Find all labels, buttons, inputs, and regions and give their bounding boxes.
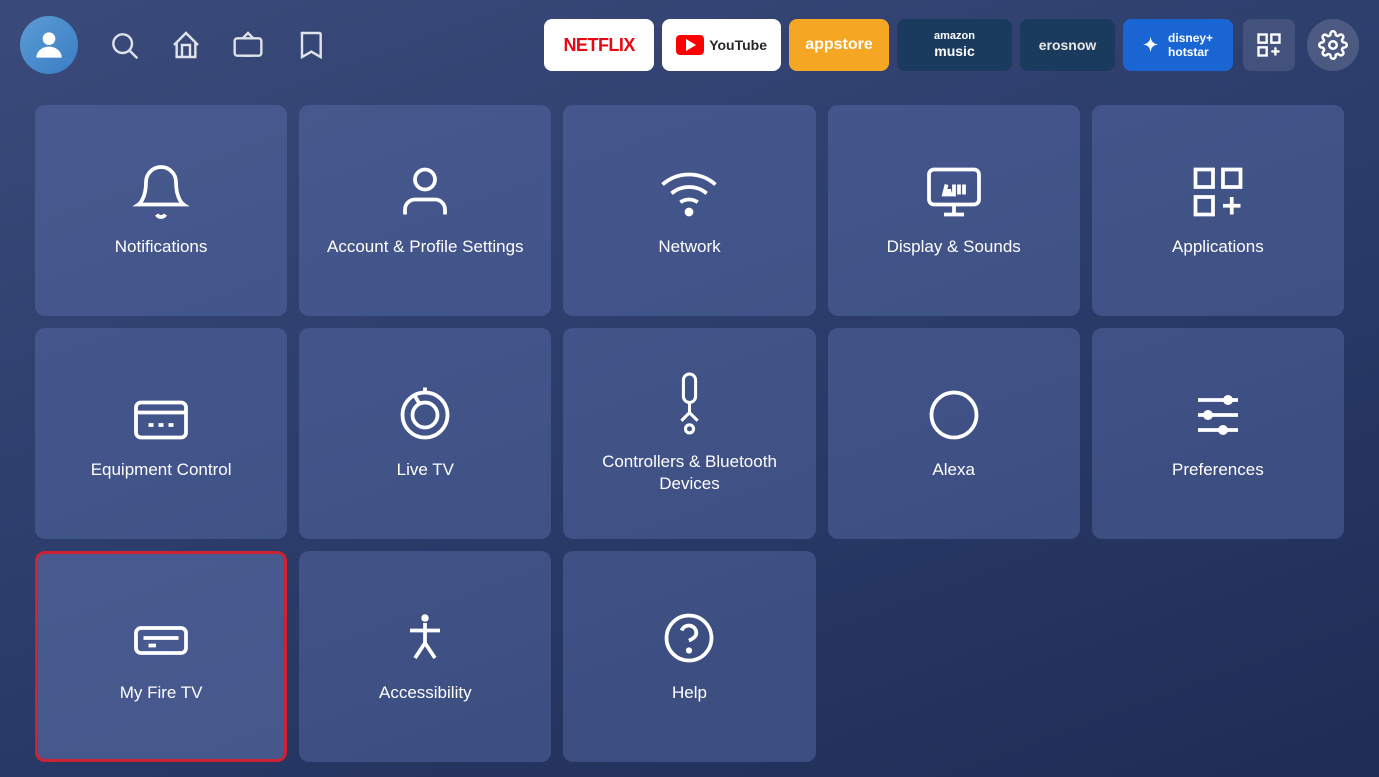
live-tv-label: Live TV <box>397 459 454 481</box>
settings-icon[interactable] <box>1307 19 1359 71</box>
account-profile-label: Account & Profile Settings <box>327 236 524 258</box>
tv-icon[interactable] <box>232 29 264 61</box>
avatar[interactable] <box>20 16 78 74</box>
applications-tile[interactable]: Applications <box>1092 105 1344 316</box>
youtube-button[interactable]: YouTube <box>662 19 781 71</box>
controllers-bluetooth-tile[interactable]: Controllers & Bluetooth Devices <box>563 328 815 539</box>
netflix-label: NETFLIX <box>563 35 635 56</box>
erosnow-button[interactable]: erosnow <box>1020 19 1115 71</box>
bookmark-icon[interactable] <box>294 29 326 61</box>
notifications-label: Notifications <box>115 236 208 258</box>
live-tv-tile[interactable]: Live TV <box>299 328 551 539</box>
network-label: Network <box>658 236 720 258</box>
empty-cell-1 <box>828 551 1080 762</box>
youtube-logo: YouTube <box>676 35 767 55</box>
amazon-music-button[interactable]: amazon music <box>897 19 1012 71</box>
alexa-label: Alexa <box>932 459 975 481</box>
header-left-nav <box>20 16 326 74</box>
controllers-bluetooth-label: Controllers & Bluetooth Devices <box>578 451 800 495</box>
help-label: Help <box>672 682 707 704</box>
netflix-button[interactable]: NETFLIX <box>544 19 654 71</box>
hotstar-label: disney+hotstar <box>1168 31 1213 59</box>
notifications-tile[interactable]: Notifications <box>35 105 287 316</box>
header: NETFLIX YouTube appstore amazon music er… <box>0 0 1379 90</box>
display-sounds-label: Display & Sounds <box>887 236 1021 258</box>
home-icon[interactable] <box>170 29 202 61</box>
equipment-control-tile[interactable]: Equipment Control <box>35 328 287 539</box>
header-apps: NETFLIX YouTube appstore amazon music er… <box>544 19 1233 71</box>
settings-grid: Notifications Account & Profile Settings… <box>0 90 1379 777</box>
equipment-control-label: Equipment Control <box>91 459 232 481</box>
appstore-button[interactable]: appstore <box>789 19 889 71</box>
erosnow-label: erosnow <box>1039 37 1097 53</box>
accessibility-label: Accessibility <box>379 682 472 704</box>
search-icon[interactable] <box>108 29 140 61</box>
hotstar-button[interactable]: ✦ disney+hotstar <box>1123 19 1233 71</box>
help-tile[interactable]: Help <box>563 551 815 762</box>
amazon-music-text: amazon music <box>934 30 975 60</box>
appstore-label: appstore <box>805 36 873 54</box>
preferences-tile[interactable]: Preferences <box>1092 328 1344 539</box>
header-right-icons <box>1243 19 1359 71</box>
preferences-label: Preferences <box>1172 459 1264 481</box>
network-tile[interactable]: Network <box>563 105 815 316</box>
empty-cell-2 <box>1092 551 1344 762</box>
my-fire-tv-tile[interactable]: My Fire TV <box>35 551 287 762</box>
applications-label: Applications <box>1172 236 1264 258</box>
alexa-tile[interactable]: Alexa <box>828 328 1080 539</box>
display-sounds-tile[interactable]: Display & Sounds <box>828 105 1080 316</box>
grid-add-icon[interactable] <box>1243 19 1295 71</box>
accessibility-tile[interactable]: Accessibility <box>299 551 551 762</box>
account-profile-tile[interactable]: Account & Profile Settings <box>299 105 551 316</box>
my-fire-tv-label: My Fire TV <box>120 682 203 704</box>
